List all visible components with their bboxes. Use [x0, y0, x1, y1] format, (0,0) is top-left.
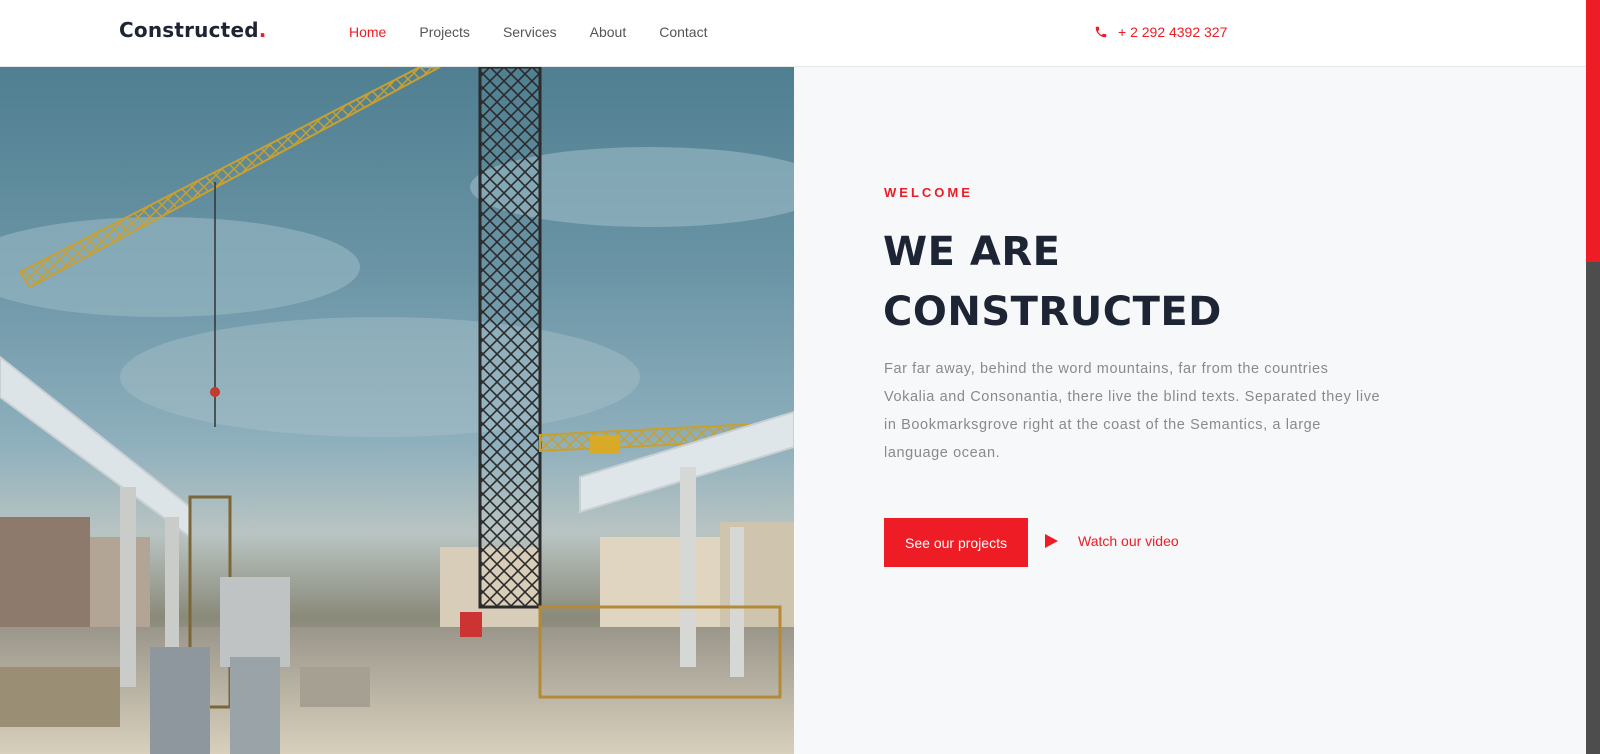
- nav-item-home[interactable]: Home: [349, 23, 386, 41]
- construction-illustration: [0, 67, 794, 754]
- watch-video-label: Watch our video: [1078, 533, 1179, 549]
- site-logo[interactable]: Constructed.: [119, 18, 267, 42]
- nav-item-services[interactable]: Services: [503, 23, 557, 41]
- hero-image: [0, 67, 794, 754]
- hero-title-line2: CONSTRUCTED: [883, 289, 1222, 335]
- phone-contact[interactable]: + 2 292 4392 327: [1094, 23, 1227, 41]
- nav-item-projects[interactable]: Projects: [419, 23, 470, 41]
- play-icon: [1045, 534, 1058, 548]
- scrollbar-thumb[interactable]: [1586, 0, 1600, 262]
- watch-video-link[interactable]: Watch our video: [1045, 533, 1179, 549]
- logo-dot: .: [258, 18, 267, 42]
- hero-description: Far far away, behind the word mountains,…: [884, 361, 1381, 461]
- nav-item-about[interactable]: About: [590, 23, 627, 41]
- site-header: Constructed. Home Projects Services Abou…: [0, 0, 1586, 67]
- main-nav: Home Projects Services About Contact: [349, 23, 740, 41]
- page-scrollbar[interactable]: [1586, 0, 1600, 754]
- see-projects-button[interactable]: See our projects: [884, 518, 1028, 567]
- hero-title-line1: WE ARE: [883, 229, 1061, 275]
- hero-title: WE ARE CONSTRUCTED: [883, 222, 1403, 342]
- phone-icon: [1095, 26, 1107, 38]
- phone-number: + 2 292 4392 327: [1118, 24, 1228, 40]
- welcome-label: WELCOME: [884, 185, 973, 200]
- nav-item-contact[interactable]: Contact: [659, 23, 707, 41]
- logo-text: Constructed: [119, 18, 259, 42]
